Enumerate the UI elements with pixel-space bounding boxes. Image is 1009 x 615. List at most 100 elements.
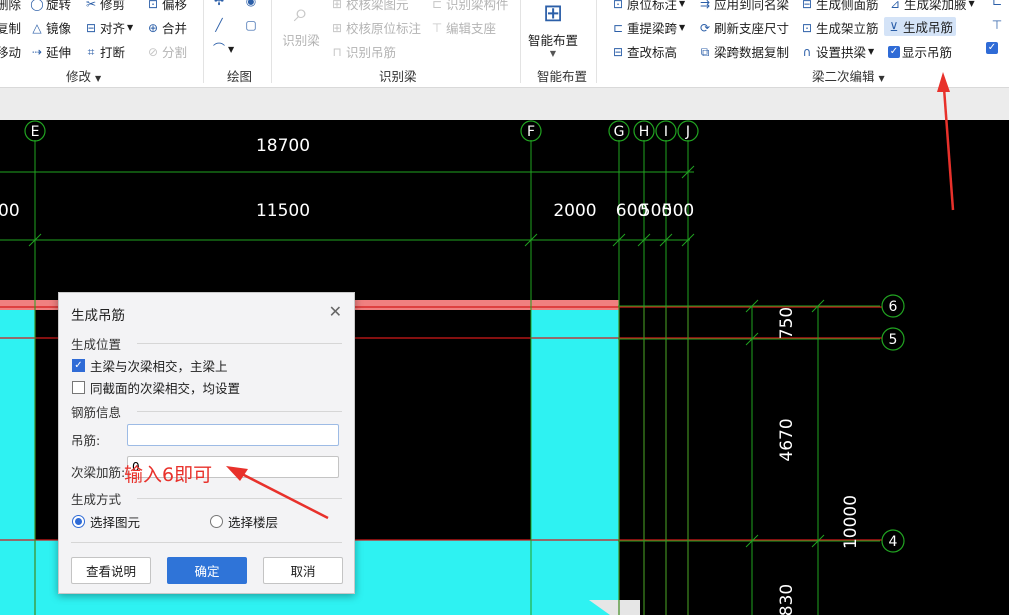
axis-label: H [639,124,650,140]
edit-support-button[interactable]: ⊤ 编辑支座 [430,18,496,37]
show-hanger-label: 显示吊筋 [902,45,953,60]
checkbox-checked-icon: ✓ [888,45,900,58]
axis-label: J [685,124,690,140]
trim-button[interactable]: ✂ 修剪 [84,0,125,13]
radio-select-element[interactable]: 选择图元 [72,512,140,531]
dimension-text: 830 [777,584,797,615]
reextract-span-label: 重提梁跨 [627,21,678,36]
copy-button[interactable]: 复制 [0,18,21,37]
circle-tool[interactable]: ◉ [244,0,258,8]
gen-hanger-rebar-button[interactable]: ⊻ 生成吊筋 [884,17,957,36]
view-help-button[interactable]: 查看说明 [71,557,151,584]
apply-same-name-button[interactable]: ⇉ 应用到同名梁 [698,0,789,13]
gen-erect-rebar-button[interactable]: ⊡ 生成架立筋 [800,18,879,37]
reextract-span-button[interactable]: ⊏ 重提梁跨 ▼ [611,18,685,37]
dialog-title: 生成吊筋 [71,308,125,324]
identify-beam-button[interactable]: ⌕ 识别梁 [278,0,324,49]
gen-haunch-button[interactable]: ⊿ 生成梁加腋 ▼ [888,0,975,13]
rotate-label: 旋转 [46,0,72,12]
axis-label: 5 [889,332,898,348]
divider [71,542,342,543]
offset-icon: ⊡ [147,0,159,11]
gen-side-rebar-button[interactable]: ⊟ 生成侧面筋 [800,0,879,13]
arc-icon: ⌒ [212,42,225,56]
copy-span-data-label: 梁跨数据复制 [714,45,790,60]
rect-tool[interactable]: ▢ [244,18,258,32]
check-elevation-button[interactable]: ⊟ 查改标高 [611,42,677,61]
gen-side-rebar-label: 生成侧面筋 [816,0,879,12]
overflow-checkbox[interactable]: ✓ [986,42,998,54]
split-button[interactable]: ⊘ 分割 [146,42,187,61]
hanger-rebar-input[interactable] [127,424,339,446]
break-button[interactable]: ⌗ 打断 [84,42,125,61]
dimension-text: 2000 [553,201,596,221]
mirror-button[interactable]: △ 镜像 [30,18,71,37]
dimension-text: 10000 [841,495,861,549]
checkbox-checked-icon: ✓ [72,359,85,372]
refresh-support-button[interactable]: ⟳ 刷新支座尺寸 [698,18,789,37]
check-annotation-label: 校核原位标注 [346,21,422,36]
radio-select-floor-label: 选择楼层 [228,515,279,530]
group-modify-label: 修改 ▼ [66,69,102,84]
chevron-down-icon: ▼ [679,23,686,32]
radio-unselected-icon [210,515,223,528]
cancel-button[interactable]: 取消 [263,557,343,584]
align-button[interactable]: ⊟ 对齐 ▼ [84,18,133,37]
hanger-icon: ⊓ [332,44,342,59]
span-icon: ⊏ [612,20,624,35]
section-method-label: 生成方式 [71,492,122,507]
group-smart-label: 智能布置 [537,69,588,84]
divider [137,411,342,412]
section-rebar-label: 钢筋信息 [71,405,122,420]
radio-selected-icon [72,515,85,528]
arch-icon: ∩ [802,44,812,59]
hanger-rebar-icon: ⊻ [889,19,899,34]
smart-layout-label: 智能布置 [527,33,578,48]
option-same-section-checkbox[interactable]: 同截面的次梁相交，均设置 [72,378,240,397]
point-tool[interactable]: ✢ [212,0,226,8]
check-beam-button[interactable]: ⊞ 校核梁图元 [330,0,409,13]
divider [137,498,342,499]
close-icon[interactable]: ✕ [329,302,342,321]
group-secondary-label: 梁二次编辑 ▼ [812,69,885,84]
ok-button[interactable]: 确定 [167,557,247,584]
hanger-field-label: 吊筋: [71,433,101,448]
radio-select-floor[interactable]: 选择楼层 [210,512,278,531]
copy-span-data-button[interactable]: ⧉ 梁跨数据复制 [698,42,789,61]
merge-button[interactable]: ⊕ 合并 [146,18,187,37]
overflow-button[interactable]: ⊏ [990,0,1004,8]
show-hanger-toggle[interactable]: ✓ 显示吊筋 [888,42,952,61]
check-annotation-button[interactable]: ⊞ 校核原位标注 [330,18,421,37]
offset-button[interactable]: ⊡ 偏移 [146,0,187,13]
move-button[interactable]: 移动 [0,42,21,61]
check-beam-label: 校核梁图元 [346,0,409,12]
line-tool[interactable]: ╱ [212,18,226,32]
break-label: 打断 [100,45,126,60]
edit-support-label: 编辑支座 [446,21,497,36]
delete-button[interactable]: 删除 [0,0,21,13]
identify-hanger-button[interactable]: ⊓ 识别吊筋 [330,42,396,61]
group-identify-label: 识别梁 [379,69,417,84]
delete-label: 删除 [0,0,22,12]
axis-label: 6 [889,299,898,315]
option-main-beam-checkbox[interactable]: ✓ 主梁与次梁相交，主梁上 [72,356,228,375]
set-arch-beam-button[interactable]: ∩ 设置拱梁 ▼ [800,42,875,61]
identify-member-button[interactable]: ⊏ 识别梁构件 [430,0,509,13]
move-label: 移动 [0,45,22,60]
overflow-button-2[interactable]: ⊤ [990,18,1004,32]
smart-layout-icon: ⊞ [542,0,564,27]
chevron-down-icon: ▼ [679,0,686,8]
apply-same-name-label: 应用到同名梁 [714,0,790,12]
identify-beam-label: 识别梁 [282,33,320,48]
in-place-annotation-button[interactable]: ⊡ 原位标注 ▼ [611,0,685,13]
arc-tool[interactable]: ⌒ ▼ [212,42,234,56]
trim-label: 修剪 [100,0,126,12]
rotate-button[interactable]: ◯ 旋转 [30,0,71,13]
point-icon: ✢ [213,0,225,8]
rectangle-icon: ▢ [245,18,257,32]
extend-button[interactable]: ⇢ 延伸 [30,42,71,61]
rotate-icon: ◯ [30,0,44,11]
smart-layout-button[interactable]: ⊞ 智能布置 ▼ [526,0,580,58]
check-icon: ⊞ [331,20,343,35]
cyan-column [0,305,35,615]
